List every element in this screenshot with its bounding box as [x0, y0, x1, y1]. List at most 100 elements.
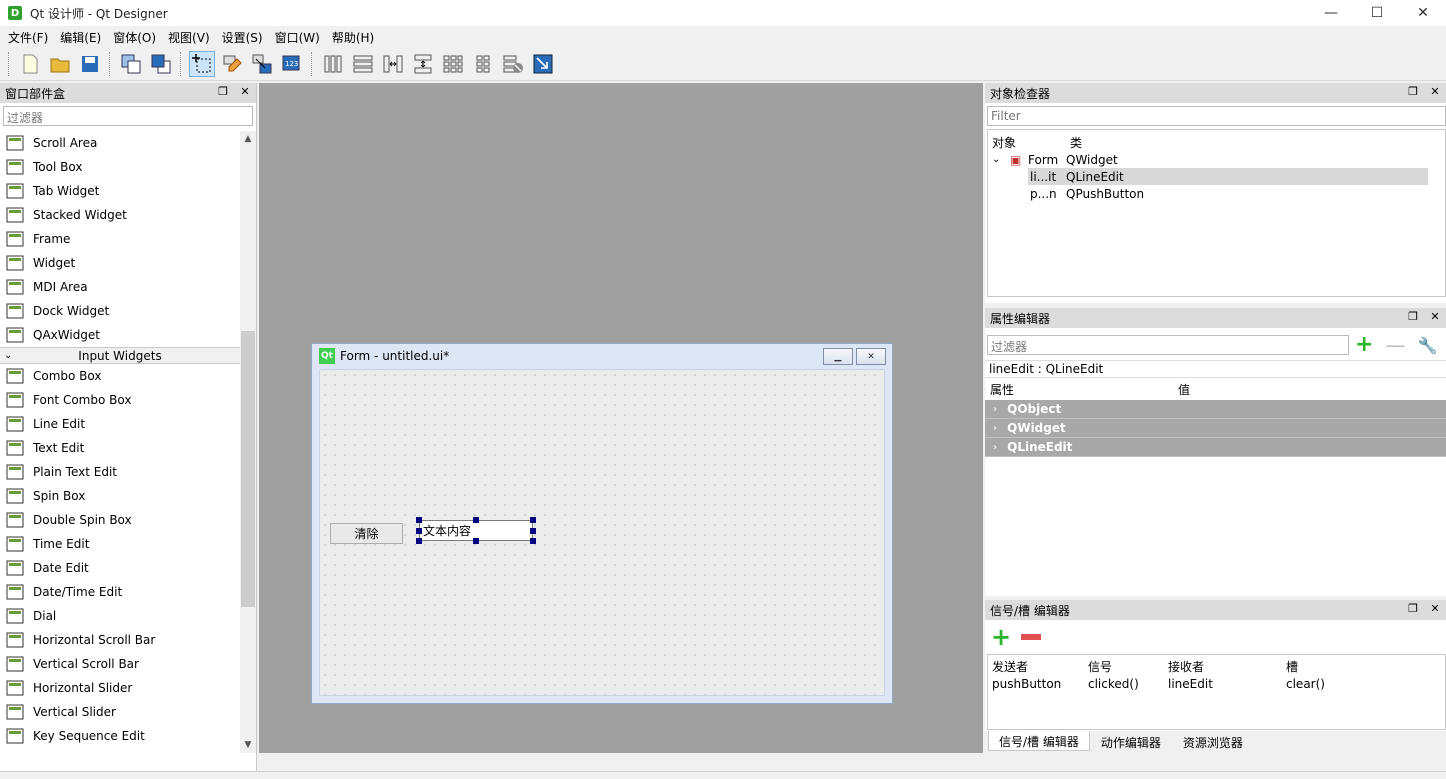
layout-horizontal-icon[interactable]	[320, 51, 346, 77]
close-icon[interactable]: ✕	[1428, 85, 1442, 98]
configure-icon[interactable]: 🔧	[1417, 336, 1437, 355]
chevron-down-icon[interactable]: ⌄	[988, 154, 1010, 165]
signal-cell[interactable]: clicked()	[1088, 677, 1168, 691]
category-input-widgets[interactable]: ⌄ Input Widgets	[0, 347, 240, 364]
resize-handle[interactable]	[473, 538, 479, 544]
layout-form-icon[interactable]	[470, 51, 496, 77]
bring-to-front-icon[interactable]	[148, 51, 174, 77]
send-to-back-icon[interactable]	[118, 51, 144, 77]
close-icon[interactable]: ✕	[238, 85, 252, 98]
add-property-icon[interactable]: +	[1355, 334, 1373, 356]
widget-list-scrollbar[interactable]: ▲ ▼	[240, 131, 256, 753]
widget-item[interactable]: Date Edit	[0, 556, 240, 580]
property-category-qobject[interactable]: › QObject	[985, 400, 1446, 419]
add-connection-icon[interactable]: +	[991, 623, 1011, 651]
widget-item[interactable]: Scroll Area	[0, 131, 240, 155]
menu-edit[interactable]: 编辑(E)	[54, 29, 107, 46]
adjust-size-icon[interactable]	[530, 51, 556, 77]
form-close-button[interactable]: ✕	[856, 348, 886, 365]
property-filter-input[interactable]: 过滤器	[987, 335, 1349, 355]
widget-item[interactable]: Dock Widget	[0, 299, 240, 323]
widget-item[interactable]: Tool Box	[0, 155, 240, 179]
tab-action-editor[interactable]: 动作编辑器	[1090, 731, 1172, 751]
menu-form[interactable]: 窗体(O)	[107, 29, 162, 46]
scroll-up-icon[interactable]: ▲	[240, 131, 256, 147]
property-category-qwidget[interactable]: › QWidget	[985, 419, 1446, 438]
toolbar-grip[interactable]	[109, 52, 112, 76]
widget-item[interactable]: Tab Widget	[0, 179, 240, 203]
resize-handle[interactable]	[416, 528, 422, 534]
widget-item[interactable]: Stacked Widget	[0, 203, 240, 227]
break-layout-icon[interactable]	[500, 51, 526, 77]
toolbar-grip[interactable]	[311, 52, 314, 76]
column-slot[interactable]: 槽	[1286, 658, 1298, 675]
column-value[interactable]: 值	[1178, 381, 1190, 398]
receiver-cell[interactable]: lineEdit	[1168, 677, 1286, 691]
slot-cell[interactable]: clear()	[1286, 677, 1325, 691]
resize-handle[interactable]	[473, 517, 479, 523]
tab-signal-slot-editor[interactable]: 信号/槽 编辑器	[988, 731, 1090, 751]
float-icon[interactable]: ❐	[1406, 602, 1420, 615]
column-object[interactable]: 对象	[992, 134, 1070, 151]
float-icon[interactable]: ❐	[216, 85, 230, 98]
close-icon[interactable]: ✕	[1428, 310, 1442, 323]
resize-handle[interactable]	[530, 528, 536, 534]
widget-item[interactable]: Combo Box	[0, 364, 240, 388]
widget-item[interactable]: Vertical Slider	[0, 700, 240, 724]
tree-row[interactable]: ⌄ ▣ Form QWidget	[988, 151, 1445, 168]
layout-grid-icon[interactable]	[440, 51, 466, 77]
widget-item[interactable]: Dial	[0, 604, 240, 628]
widget-item[interactable]: Font Combo Box	[0, 388, 240, 412]
tree-row[interactable]: p...n QPushButton	[1028, 185, 1445, 202]
widget-item[interactable]: MDI Area	[0, 275, 240, 299]
layout-vertical-icon[interactable]	[350, 51, 376, 77]
resize-handle[interactable]	[530, 517, 536, 523]
float-icon[interactable]: ❐	[1406, 85, 1420, 98]
widget-item[interactable]: Line Edit	[0, 412, 240, 436]
column-signal[interactable]: 信号	[1088, 658, 1168, 675]
column-class[interactable]: 类	[1070, 134, 1082, 151]
widget-item[interactable]: Spin Box	[0, 484, 240, 508]
remove-connection-icon[interactable]	[1021, 634, 1042, 640]
form-minimize-button[interactable]: ▁	[823, 348, 853, 365]
resize-handle[interactable]	[530, 538, 536, 544]
remove-property-icon[interactable]: —	[1385, 335, 1405, 355]
toolbar-grip[interactable]	[180, 52, 183, 76]
tree-row[interactable]: li...it QLineEdit	[1028, 168, 1428, 185]
close-button[interactable]: ✕	[1400, 0, 1446, 26]
tab-resource-browser[interactable]: 资源浏览器	[1172, 731, 1254, 751]
widget-item[interactable]: Vertical Scroll Bar	[0, 652, 240, 676]
toolbar-grip[interactable]	[8, 52, 11, 76]
widget-item[interactable]: Widget	[0, 251, 240, 275]
widget-item[interactable]: Time Edit	[0, 532, 240, 556]
widget-item[interactable]: Horizontal Scroll Bar	[0, 628, 240, 652]
property-category-qlineedit[interactable]: › QLineEdit	[985, 438, 1446, 457]
connection-row[interactable]: pushButton clicked() lineEdit clear()	[988, 675, 1445, 692]
new-file-icon[interactable]	[17, 51, 43, 77]
column-property[interactable]: 属性	[990, 381, 1178, 398]
resize-handle[interactable]	[416, 517, 422, 523]
widget-item[interactable]: Key Sequence Edit	[0, 724, 240, 748]
menu-settings[interactable]: 设置(S)	[216, 29, 269, 46]
widget-item[interactable]: Horizontal Slider	[0, 676, 240, 700]
form-window[interactable]: Qt Form - untitled.ui* ▁ ✕ 清除 文本内容	[311, 343, 893, 704]
object-filter-input[interactable]: Filter	[987, 106, 1446, 126]
open-folder-icon[interactable]	[47, 51, 73, 77]
layout-horizontal-splitter-icon[interactable]	[380, 51, 406, 77]
widget-filter-input[interactable]: 过滤器	[3, 106, 253, 126]
menu-help[interactable]: 帮助(H)	[326, 29, 380, 46]
widget-item[interactable]: Plain Text Edit	[0, 460, 240, 484]
scroll-down-icon[interactable]: ▼	[240, 737, 256, 753]
maximize-button[interactable]: ☐	[1354, 0, 1400, 26]
widget-item[interactable]: Text Edit	[0, 436, 240, 460]
sender-cell[interactable]: pushButton	[992, 677, 1088, 691]
widget-item[interactable]: Double Spin Box	[0, 508, 240, 532]
push-button-clear[interactable]: 清除	[330, 523, 403, 544]
form-title-bar[interactable]: Qt Form - untitled.ui* ▁ ✕	[312, 344, 892, 368]
menu-view[interactable]: 视图(V)	[162, 29, 216, 46]
menu-window[interactable]: 窗口(W)	[269, 29, 326, 46]
form-canvas[interactable]: 清除 文本内容	[319, 369, 885, 696]
edit-buddies-icon[interactable]	[249, 51, 275, 77]
float-icon[interactable]: ❐	[1406, 310, 1420, 323]
save-icon[interactable]	[77, 51, 103, 77]
